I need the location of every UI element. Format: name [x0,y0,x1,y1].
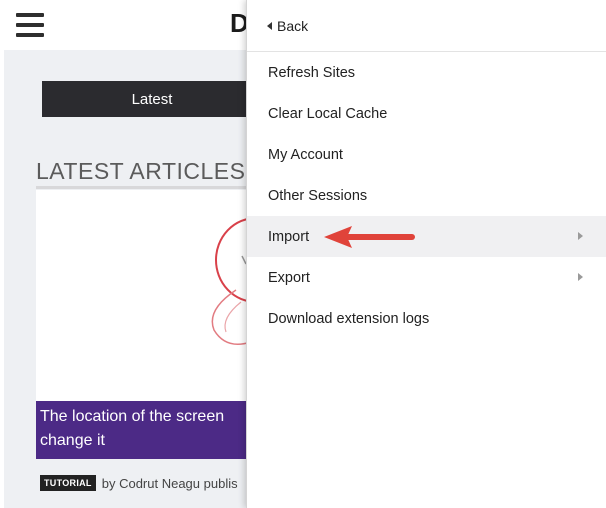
menu-item-export[interactable]: Export [247,257,606,298]
menu-item-refresh-sites[interactable]: Refresh Sites [247,52,606,93]
menu-item-import[interactable]: Import [247,216,606,257]
menu-item-label: Other Sessions [268,187,368,204]
menu-item-label: Clear Local Cache [268,105,388,122]
menu-item-label: Download extension logs [268,310,430,327]
menu-item-label: Export [268,269,310,286]
article-byline: by Codrut Neagu publis [101,475,238,491]
extension-menu-panel: Back Refresh Sites Clear Local Cache My … [246,0,606,508]
red-pointer-arrow-icon [324,226,415,248]
heading-divider [36,186,251,189]
back-caret-icon [267,21,272,30]
menu-item-label: Refresh Sites [268,64,356,81]
article-thumbnail-image [211,217,251,345]
article-card[interactable] [36,190,251,430]
menu-item-clear-local-cache[interactable]: Clear Local Cache [247,93,606,134]
back-button[interactable]: Back [247,0,606,52]
article-title[interactable]: The location of the screen change it [36,401,251,459]
section-heading: LATEST ARTICLES [36,158,246,184]
submenu-chevron-right-icon [578,232,583,240]
menu-item-my-account[interactable]: My Account [247,134,606,175]
menu-item-other-sessions[interactable]: Other Sessions [247,175,606,216]
hamburger-menu-icon[interactable] [16,13,44,37]
menu-item-label: Import [268,228,310,245]
submenu-chevron-right-icon [578,273,583,281]
menu-item-download-extension-logs[interactable]: Download extension logs [247,298,606,339]
menu-item-label: My Account [268,146,343,163]
tutorial-tag-badge[interactable]: TUTORIAL [40,475,96,491]
back-label: Back [277,17,309,34]
article-meta: TUTORIAL by Codrut Neagu publis [40,472,250,494]
latest-tab[interactable]: Latest [42,81,262,117]
